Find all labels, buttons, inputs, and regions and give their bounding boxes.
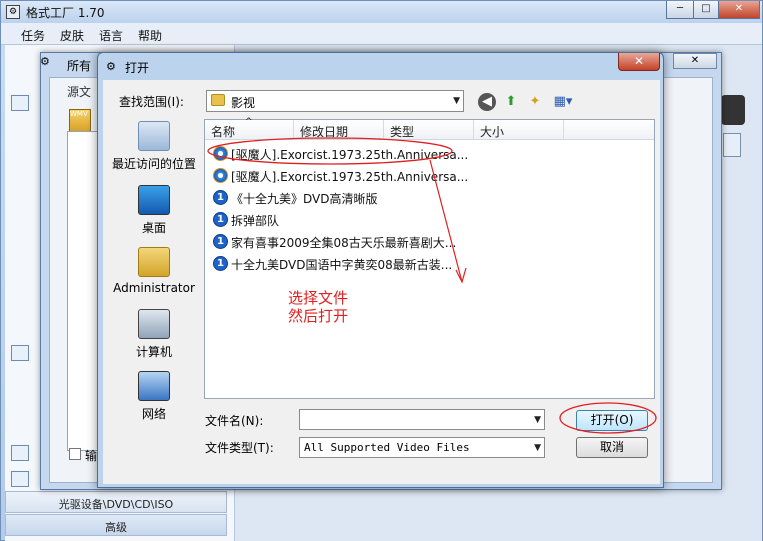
annotation-line: 然后打开 <box>288 307 349 325</box>
annotation-arrow <box>429 159 463 283</box>
annotation-overlay <box>207 137 657 434</box>
annotation-text: 选择文件 然后打开 <box>288 289 348 325</box>
annotation-circle-file <box>207 137 453 165</box>
annotation-arrowhead <box>455 267 467 284</box>
annotation-line: 选择文件 <box>288 289 349 307</box>
annotation-circle-open <box>559 402 657 434</box>
